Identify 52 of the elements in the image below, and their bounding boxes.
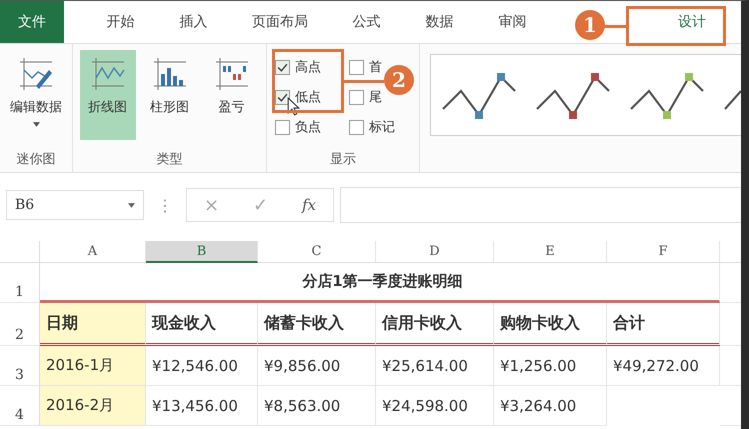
line-chart-icon — [90, 56, 126, 92]
column-header[interactable]: C — [258, 241, 376, 263]
table-cell: 2016-1月 — [40, 346, 146, 386]
ribbon-button[interactable]: 折线图 — [80, 50, 136, 140]
ribbon-tab[interactable]: 页面布局 — [230, 1, 330, 43]
column-heading: 合计 — [607, 303, 720, 346]
table-cell: ¥24,598.00 — [376, 386, 494, 426]
formula-input[interactable] — [340, 187, 741, 223]
group-label: 类型 — [156, 151, 184, 169]
table-cell: 2016-2月 — [40, 386, 146, 426]
column-header[interactable]: F — [607, 241, 720, 263]
column-heading: 现金收入 — [146, 303, 258, 346]
column-heading: 日期 — [40, 303, 146, 346]
ribbon-tab[interactable]: 数据 — [403, 1, 476, 43]
group-label: 迷你图 — [16, 151, 57, 169]
table-cell: ¥25,614.00 — [376, 346, 494, 386]
name-box[interactable]: B6 — [6, 190, 144, 220]
table-cell: ¥3,264.00 — [494, 386, 607, 426]
chart-pencil-icon — [18, 56, 54, 92]
ribbon-tab[interactable]: 公式 — [330, 1, 403, 43]
table-cell: ¥8,563.00 — [258, 386, 376, 426]
insert-function-button[interactable]: fx — [302, 196, 316, 214]
table-cell: ¥9,856.00 — [258, 346, 376, 386]
checkbox[interactable]: 标记 — [349, 112, 419, 142]
table-cell: ¥49,272.00 — [607, 346, 720, 386]
table-cell: ¥1,256.00 — [494, 346, 607, 386]
caret-icon — [32, 122, 40, 127]
ribbon-tab[interactable]: 设计 — [647, 1, 737, 43]
column-header[interactable]: E — [494, 241, 607, 263]
ribbon-tab[interactable]: 文件 — [0, 1, 64, 43]
ribbon-button[interactable]: 柱形图 — [142, 50, 198, 140]
column-header[interactable]: B — [146, 241, 258, 263]
table-cell: ¥13,456.00 — [146, 386, 258, 426]
checkmark-icon — [277, 92, 288, 102]
column-heading: 储蓄卡收入 — [258, 303, 376, 346]
group-label: 显示 — [329, 151, 357, 169]
checkbox[interactable]: 负点 — [275, 112, 349, 142]
column-heading: 购物卡收入 — [494, 303, 607, 346]
column-heading: 信用卡收入 — [376, 303, 494, 346]
table-cell: ¥12,546.00 — [146, 346, 258, 386]
row-header[interactable]: 1 — [0, 263, 40, 303]
ribbon-button[interactable]: 盈亏 — [204, 50, 260, 140]
ribbon-tab[interactable]: 开始 — [84, 1, 157, 43]
caret-icon — [128, 202, 135, 208]
ribbon-button[interactable]: 编辑数据 — [0, 50, 72, 140]
checkmark-icon — [277, 62, 288, 72]
ribbon-tab[interactable]: 插入 — [157, 1, 230, 43]
win-loss-icon — [214, 56, 250, 92]
column-header[interactable]: D — [376, 241, 494, 263]
checkbox[interactable]: 高点 — [275, 52, 349, 82]
column-chart-icon — [152, 56, 188, 92]
ribbon-tab[interactable]: 审阅 — [476, 1, 549, 43]
